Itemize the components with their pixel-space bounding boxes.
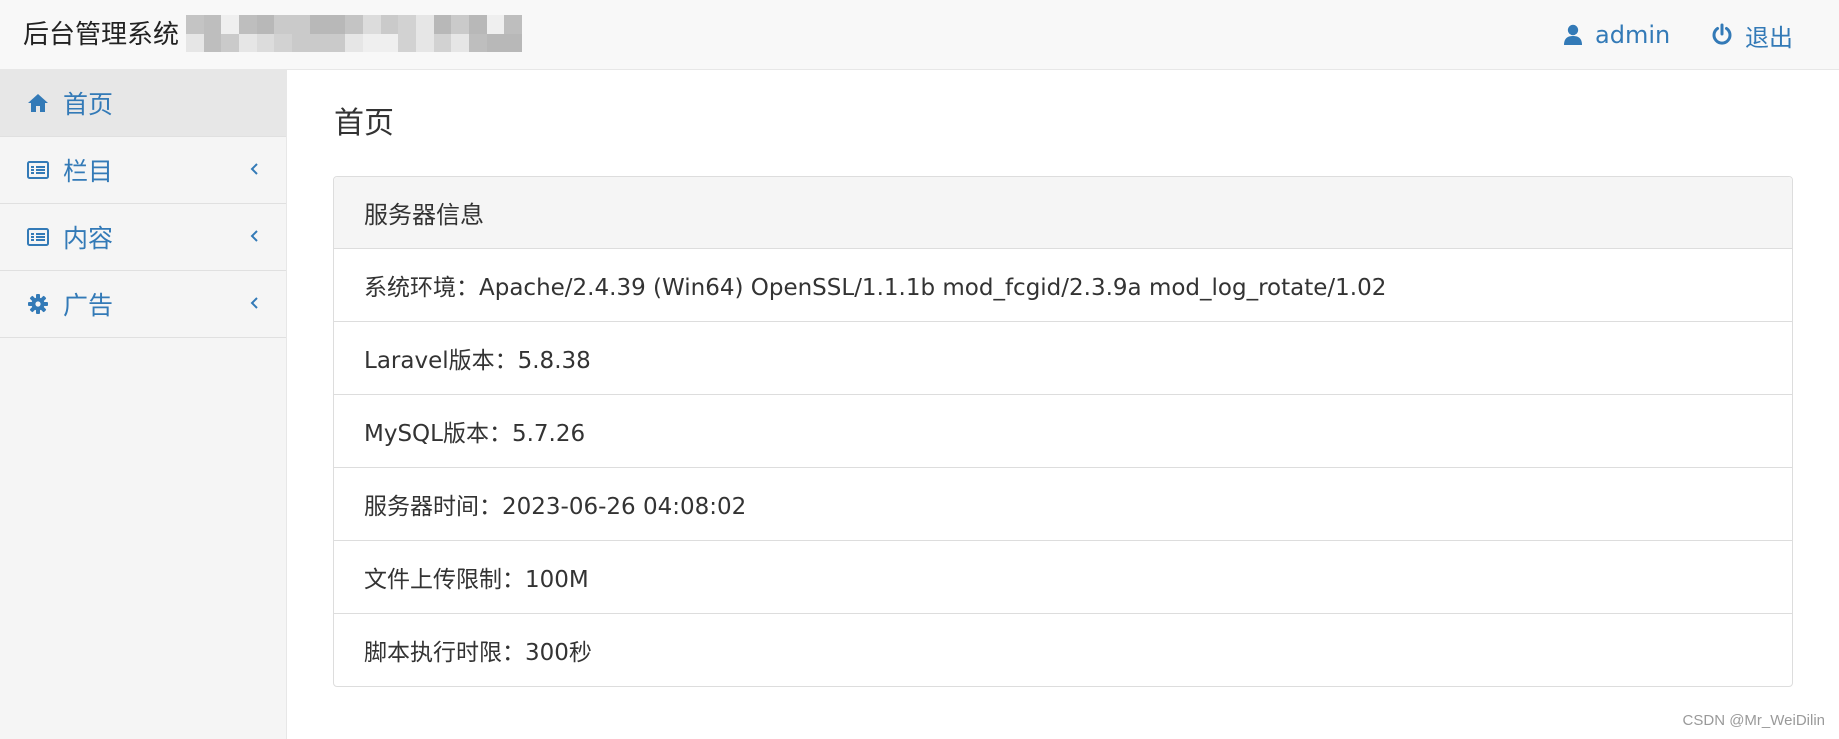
- mosaic-cell: [504, 33, 522, 52]
- logout-link[interactable]: 退出: [1711, 19, 1793, 52]
- mosaic-cell: [486, 15, 505, 34]
- sidebar-item-content[interactable]: 内容: [0, 204, 286, 271]
- sidebar-item-label: 内容: [63, 224, 114, 253]
- mosaic-cell: [451, 33, 469, 52]
- mosaic-cell: [309, 33, 328, 52]
- user-name: admin: [1595, 21, 1671, 49]
- sidebar: 首页 栏目 内容 广告: [0, 70, 287, 739]
- sidebar-item-label: 栏目: [63, 157, 114, 186]
- mosaic-cell: [239, 15, 257, 34]
- mosaic-cell: [380, 15, 399, 34]
- mosaic-cell: [292, 33, 310, 52]
- list-icon: [27, 161, 49, 179]
- mosaic-cell: [345, 33, 363, 52]
- mosaic-cell: [486, 33, 505, 52]
- mosaic-cell: [327, 15, 346, 34]
- mosaic-cell: [380, 33, 399, 52]
- mosaic-cell: [186, 15, 204, 34]
- sidebar-item-label: 首页: [63, 90, 114, 119]
- mosaic-cell: [203, 33, 222, 52]
- brand-title[interactable]: 后台管理系统: [23, 17, 179, 53]
- chevron-left-icon[interactable]: [249, 161, 260, 177]
- mosaic-cell: [398, 15, 416, 34]
- info-row-laravel-version: Laravel版本：5.8.38: [334, 322, 1792, 395]
- mosaic-cell: [468, 33, 487, 52]
- watermark: CSDN @Mr_WeiDilin: [1682, 712, 1825, 729]
- list-icon: [27, 228, 49, 246]
- mosaic-cell: [309, 15, 328, 34]
- mosaic-cell: [451, 15, 469, 34]
- user-menu-link[interactable]: admin: [1563, 19, 1670, 51]
- mosaic-cell: [292, 15, 310, 34]
- info-row-upload-limit: 文件上传限制：100M: [334, 541, 1792, 614]
- mosaic-cell: [221, 33, 240, 52]
- info-row-server-time: 服务器时间：2023-06-26 04:08:02: [334, 468, 1792, 541]
- redacted-mosaic: [186, 15, 522, 52]
- sidebar-item-columns[interactable]: 栏目: [0, 137, 286, 204]
- sidebar-item-ads[interactable]: 广告: [0, 271, 286, 338]
- info-row-script-timeout: 脚本执行时限：300秒: [364, 640, 592, 666]
- mosaic-cell: [504, 15, 522, 34]
- info-row-mysql-version: MySQL版本：5.7.26: [334, 395, 1792, 468]
- server-info-panel: 服务器信息 系统环境：Apache/2.4.39 (Win64) OpenSSL…: [333, 176, 1793, 687]
- user-icon: [1564, 24, 1582, 45]
- mosaic-cell: [327, 33, 346, 52]
- chevron-left-icon[interactable]: [249, 228, 260, 244]
- mosaic-cell: [274, 15, 293, 34]
- power-icon: [1712, 23, 1732, 45]
- mosaic-cell: [433, 15, 452, 34]
- mosaic-cell: [256, 33, 275, 52]
- mosaic-cell: [186, 33, 204, 52]
- panel-heading: 服务器信息: [334, 177, 1792, 249]
- mosaic-cell: [345, 15, 363, 34]
- page-title: 首页: [334, 106, 394, 141]
- mosaic-cell: [415, 33, 434, 52]
- mosaic-cell: [398, 33, 416, 52]
- gear-icon: [28, 294, 48, 314]
- mosaic-cell: [468, 15, 487, 34]
- mosaic-cell: [274, 33, 293, 52]
- main-content: 首页 服务器信息 系统环境：Apache/2.4.39 (Win64) Open…: [287, 70, 1839, 739]
- mosaic-cell: [221, 15, 240, 34]
- sidebar-item-label: 广告: [63, 291, 114, 320]
- mosaic-cell: [433, 33, 452, 52]
- mosaic-cell: [362, 33, 381, 52]
- logout-label: 退出: [1745, 23, 1793, 52]
- sidebar-item-home[interactable]: 首页: [0, 70, 286, 137]
- home-icon: [28, 94, 48, 112]
- mosaic-cell: [203, 15, 222, 34]
- mosaic-cell: [362, 15, 381, 34]
- chevron-left-icon[interactable]: [249, 295, 260, 311]
- info-row-environment: 系统环境：Apache/2.4.39 (Win64) OpenSSL/1.1.1…: [334, 249, 1792, 322]
- top-navbar: 后台管理系统 admin 退出: [0, 0, 1839, 70]
- mosaic-cell: [256, 15, 275, 34]
- mosaic-cell: [415, 15, 434, 34]
- mosaic-cell: [239, 33, 257, 52]
